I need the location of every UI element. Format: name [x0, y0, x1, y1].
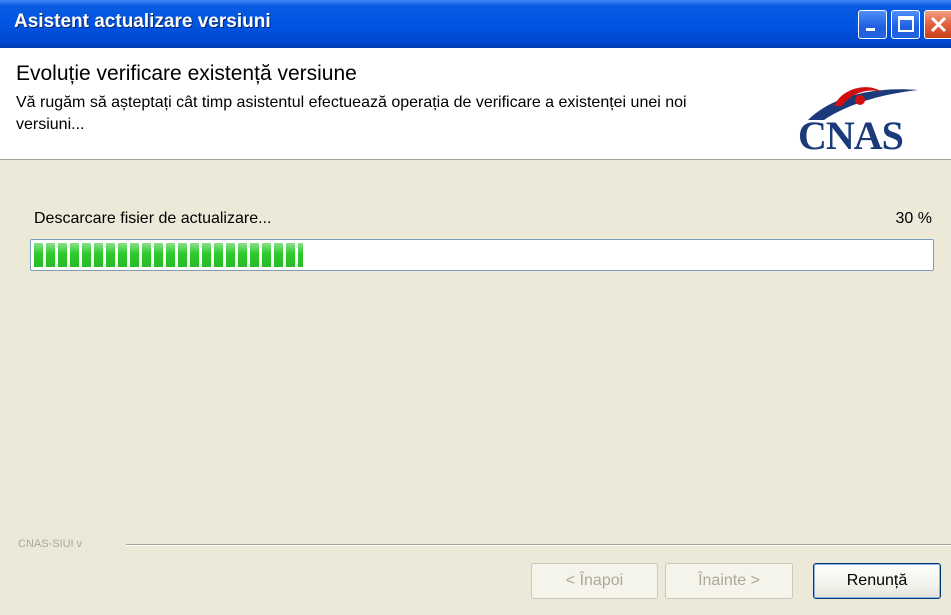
maximize-button[interactable]: [891, 10, 920, 39]
back-button[interactable]: < Înapoi: [531, 563, 658, 599]
progress-bar: [30, 239, 934, 271]
version-group-label: CNAS-SIUI v: [18, 538, 83, 550]
window-title: Asistent actualizare versiuni: [14, 11, 271, 32]
title-bar[interactable]: Asistent actualizare versiuni: [0, 0, 951, 48]
cnas-logo: CNAS: [790, 76, 935, 158]
wizard-header: Evoluție verificare existență versiune V…: [0, 48, 951, 160]
progress-status-text: Descarcare fisier de actualizare...: [34, 210, 272, 227]
minimize-button[interactable]: [858, 10, 887, 39]
close-icon: [930, 16, 947, 33]
next-button[interactable]: Înainte >: [665, 563, 793, 599]
page-title: Evoluție verificare existență versiune: [16, 62, 357, 85]
cancel-button[interactable]: Renunță: [813, 563, 941, 599]
close-button[interactable]: [924, 10, 951, 39]
progress-bar-fill: [34, 243, 303, 267]
footer-separator: [126, 544, 951, 546]
progress-percent-label: 30 %: [895, 210, 932, 227]
page-description: Vă rugăm să așteptați cât timp asistentu…: [16, 94, 687, 133]
maximize-icon: [898, 16, 914, 32]
logo-text: CNAS: [798, 113, 904, 158]
minimize-icon: [866, 28, 875, 31]
